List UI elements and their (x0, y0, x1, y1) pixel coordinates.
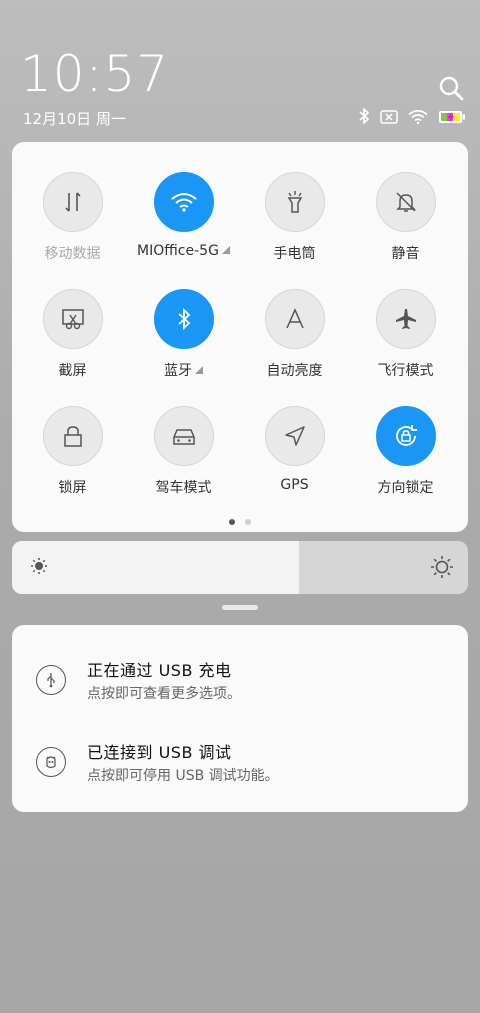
search-icon[interactable] (438, 75, 464, 101)
bluetooth-icon (153, 289, 214, 349)
flashlight-icon (264, 172, 325, 232)
usb-charging-icon (36, 665, 66, 695)
clock-time: 10:57 (20, 45, 170, 103)
notification-title: 正在通过 USB 充电 (87, 661, 232, 680)
tile-screenshot[interactable]: 截屏 (17, 289, 128, 380)
battery-charging-icon (438, 109, 466, 128)
tile-label: 静音 (391, 246, 420, 262)
tile-lock[interactable]: 锁屏 (17, 406, 128, 497)
page-dot[interactable] (245, 519, 251, 525)
tile-label: 驾车模式 (155, 480, 212, 496)
tile-label: 方向锁定 (377, 480, 434, 496)
page-indicator (12, 519, 468, 525)
brightness-low-icon (30, 557, 48, 579)
tile-label: 自动亮度 (266, 363, 323, 379)
usb-debug-icon (36, 747, 66, 777)
tile-airplane[interactable]: 飞行模式 (350, 289, 461, 380)
expand-arrow-icon[interactable] (195, 366, 203, 374)
tile-label: 飞行模式 (377, 363, 434, 379)
screenshot-icon (42, 289, 103, 349)
page-dot-active[interactable] (229, 519, 235, 525)
tile-mute[interactable]: 静音 (350, 172, 461, 263)
tile-label: 锁屏 (58, 480, 87, 496)
mute-bell-icon (375, 172, 436, 232)
tile-label: GPS (280, 477, 309, 493)
panel-drag-handle[interactable] (222, 605, 258, 610)
brightness-fill (12, 541, 300, 594)
status-bar-icons (358, 107, 466, 129)
tile-flashlight[interactable]: 手电筒 (239, 172, 350, 263)
sim-disabled-icon (380, 109, 398, 128)
tile-gps[interactable]: GPS (239, 406, 350, 493)
notification-subtitle: 点按即可停用 USB 调试功能。 (87, 768, 279, 784)
expand-arrow-icon[interactable] (221, 246, 230, 254)
tile-auto-brightness[interactable]: 自动亮度 (239, 289, 350, 380)
bluetooth-icon (358, 107, 370, 129)
lock-icon (42, 406, 103, 466)
tile-bluetooth[interactable]: 蓝牙 (128, 289, 239, 380)
gps-icon (264, 406, 325, 466)
auto-brightness-icon (264, 289, 325, 349)
tile-mobile-data[interactable]: 移动数据 (17, 172, 128, 263)
quick-settings-panel: 移动数据 MIOffice-5G 手电筒 静音 截屏 蓝牙 自动亮度 飞行模式 … (12, 142, 468, 532)
notification-title: 已连接到 USB 调试 (87, 743, 232, 762)
tile-rotation-lock[interactable]: 方向锁定 (350, 406, 461, 497)
tile-label: 截屏 (58, 363, 87, 379)
clock-date: 12月10日 周一 (23, 110, 126, 128)
notification-usb-charging[interactable]: 正在通过 USB 充电 点按即可查看更多选项。 (12, 655, 468, 715)
notification-subtitle: 点按即可查看更多选项。 (87, 686, 241, 702)
wifi-icon (408, 109, 428, 128)
car-icon (153, 406, 214, 466)
airplane-icon (375, 289, 436, 349)
brightness-slider[interactable] (12, 541, 468, 594)
tile-label: 手电筒 (273, 246, 316, 262)
tile-label: 移动数据 (44, 246, 101, 262)
tile-label: 蓝牙 (164, 363, 192, 379)
wifi-icon (153, 172, 214, 232)
tile-driving-mode[interactable]: 驾车模式 (128, 406, 239, 497)
notification-usb-debug[interactable]: 已连接到 USB 调试 点按即可停用 USB 调试功能。 (12, 737, 468, 797)
tile-wifi[interactable]: MIOffice-5G (128, 172, 239, 259)
notification-card: 正在通过 USB 充电 点按即可查看更多选项。 已连接到 USB 调试 点按即可… (12, 625, 468, 812)
tile-label: MIOffice-5G (137, 243, 219, 259)
brightness-high-icon (430, 555, 454, 583)
mobile-data-icon (42, 172, 103, 232)
rotation-lock-icon (375, 406, 436, 466)
